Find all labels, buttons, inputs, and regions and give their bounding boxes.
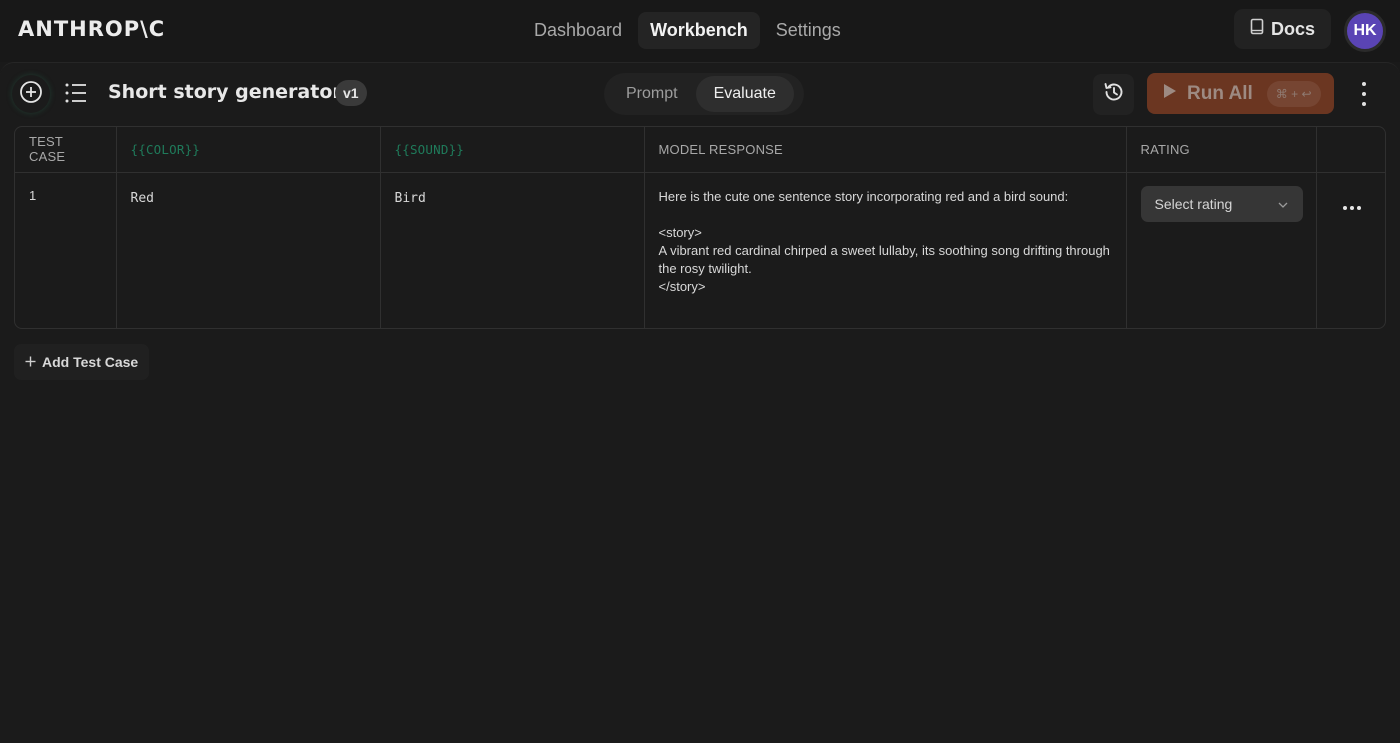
- row-actions-cell: [1316, 172, 1385, 328]
- prompt-toolbar: Short story generator v1 Prompt Evaluate…: [0, 63, 1400, 125]
- run-all-label: Run All: [1187, 82, 1253, 104]
- more-horizontal-icon-dot: [1356, 205, 1361, 210]
- more-horizontal-icon-dot: [1342, 205, 1347, 210]
- column-header-model-response: MODEL RESPONSE: [644, 127, 1127, 172]
- history-icon: [1102, 80, 1126, 109]
- rating-cell: Select rating: [1126, 172, 1317, 328]
- history-button[interactable]: [1093, 74, 1134, 115]
- new-prompt-button[interactable]: [12, 75, 50, 113]
- plus-circle-icon: [19, 80, 43, 109]
- sound-value-cell[interactable]: Bird: [380, 172, 645, 328]
- version-badge[interactable]: v1: [335, 80, 367, 106]
- column-header-color-variable: {{COLOR}}: [116, 127, 381, 172]
- column-header-test-case: TEST CASE: [15, 127, 117, 172]
- tab-prompt[interactable]: Prompt: [608, 76, 696, 112]
- rating-select[interactable]: Select rating: [1140, 185, 1303, 222]
- test-case-number: 1: [15, 172, 117, 328]
- play-icon: [1163, 83, 1177, 104]
- more-vertical-icon-dot: [1362, 102, 1366, 106]
- more-horizontal-icon-dot: [1349, 205, 1354, 210]
- table-row: 1 Red Bird Here is the cute one sentence…: [15, 172, 1385, 328]
- column-header-sound-variable: {{SOUND}}: [380, 127, 645, 172]
- main-nav: Dashboard Workbench Settings: [522, 12, 853, 49]
- plus-icon: [25, 354, 36, 370]
- more-vertical-icon-dot: [1362, 92, 1366, 96]
- more-options-button[interactable]: [1354, 82, 1374, 106]
- nav-workbench[interactable]: Workbench: [638, 12, 760, 49]
- book-icon: [1250, 18, 1264, 40]
- test-cases-table: TEST CASE {{COLOR}} {{SOUND}} MODEL RESP…: [14, 126, 1386, 329]
- more-vertical-icon-dot: [1362, 82, 1366, 86]
- anthropic-logo[interactable]: ANTHROP\C: [18, 17, 165, 41]
- nav-dashboard[interactable]: Dashboard: [522, 12, 634, 49]
- list-icon: [64, 83, 88, 108]
- model-response-cell: Here is the cute one sentence story inco…: [644, 172, 1127, 328]
- chevron-down-icon: [1277, 196, 1289, 212]
- table-header-row: TEST CASE {{COLOR}} {{SOUND}} MODEL RESP…: [15, 127, 1385, 172]
- docs-label: Docs: [1270, 18, 1315, 39]
- run-all-button[interactable]: Run All ⌘ + ↩: [1147, 73, 1334, 114]
- column-header-actions: [1316, 127, 1385, 172]
- mode-toggle: Prompt Evaluate: [604, 73, 804, 115]
- color-value-cell[interactable]: Red: [116, 172, 381, 328]
- row-more-button[interactable]: [1331, 205, 1374, 210]
- tab-evaluate[interactable]: Evaluate: [695, 76, 794, 112]
- column-header-rating: RATING: [1126, 127, 1317, 172]
- add-test-case-button[interactable]: Add Test Case: [14, 344, 150, 380]
- user-avatar[interactable]: HK: [1344, 10, 1386, 52]
- workbench-panel: Short story generator v1 Prompt Evaluate…: [0, 62, 1400, 743]
- nav-settings[interactable]: Settings: [764, 12, 853, 49]
- prompt-list-button[interactable]: [64, 82, 88, 109]
- docs-button[interactable]: Docs: [1234, 9, 1331, 49]
- top-navigation-bar: ANTHROP\C Dashboard Workbench Settings D…: [0, 0, 1400, 62]
- add-test-case-label: Add Test Case: [42, 354, 139, 370]
- keyboard-shortcut-hint: ⌘ + ↩: [1266, 80, 1321, 107]
- rating-select-placeholder: Select rating: [1154, 195, 1233, 212]
- prompt-title[interactable]: Short story generator: [108, 81, 342, 103]
